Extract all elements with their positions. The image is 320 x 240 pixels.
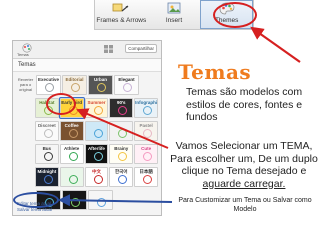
arrow-to-selected-theme	[76, 108, 169, 149]
arrow-to-themes-button	[250, 26, 301, 63]
annotation-arrows	[58, 26, 301, 207]
arrow-to-edit-theme	[58, 194, 173, 207]
